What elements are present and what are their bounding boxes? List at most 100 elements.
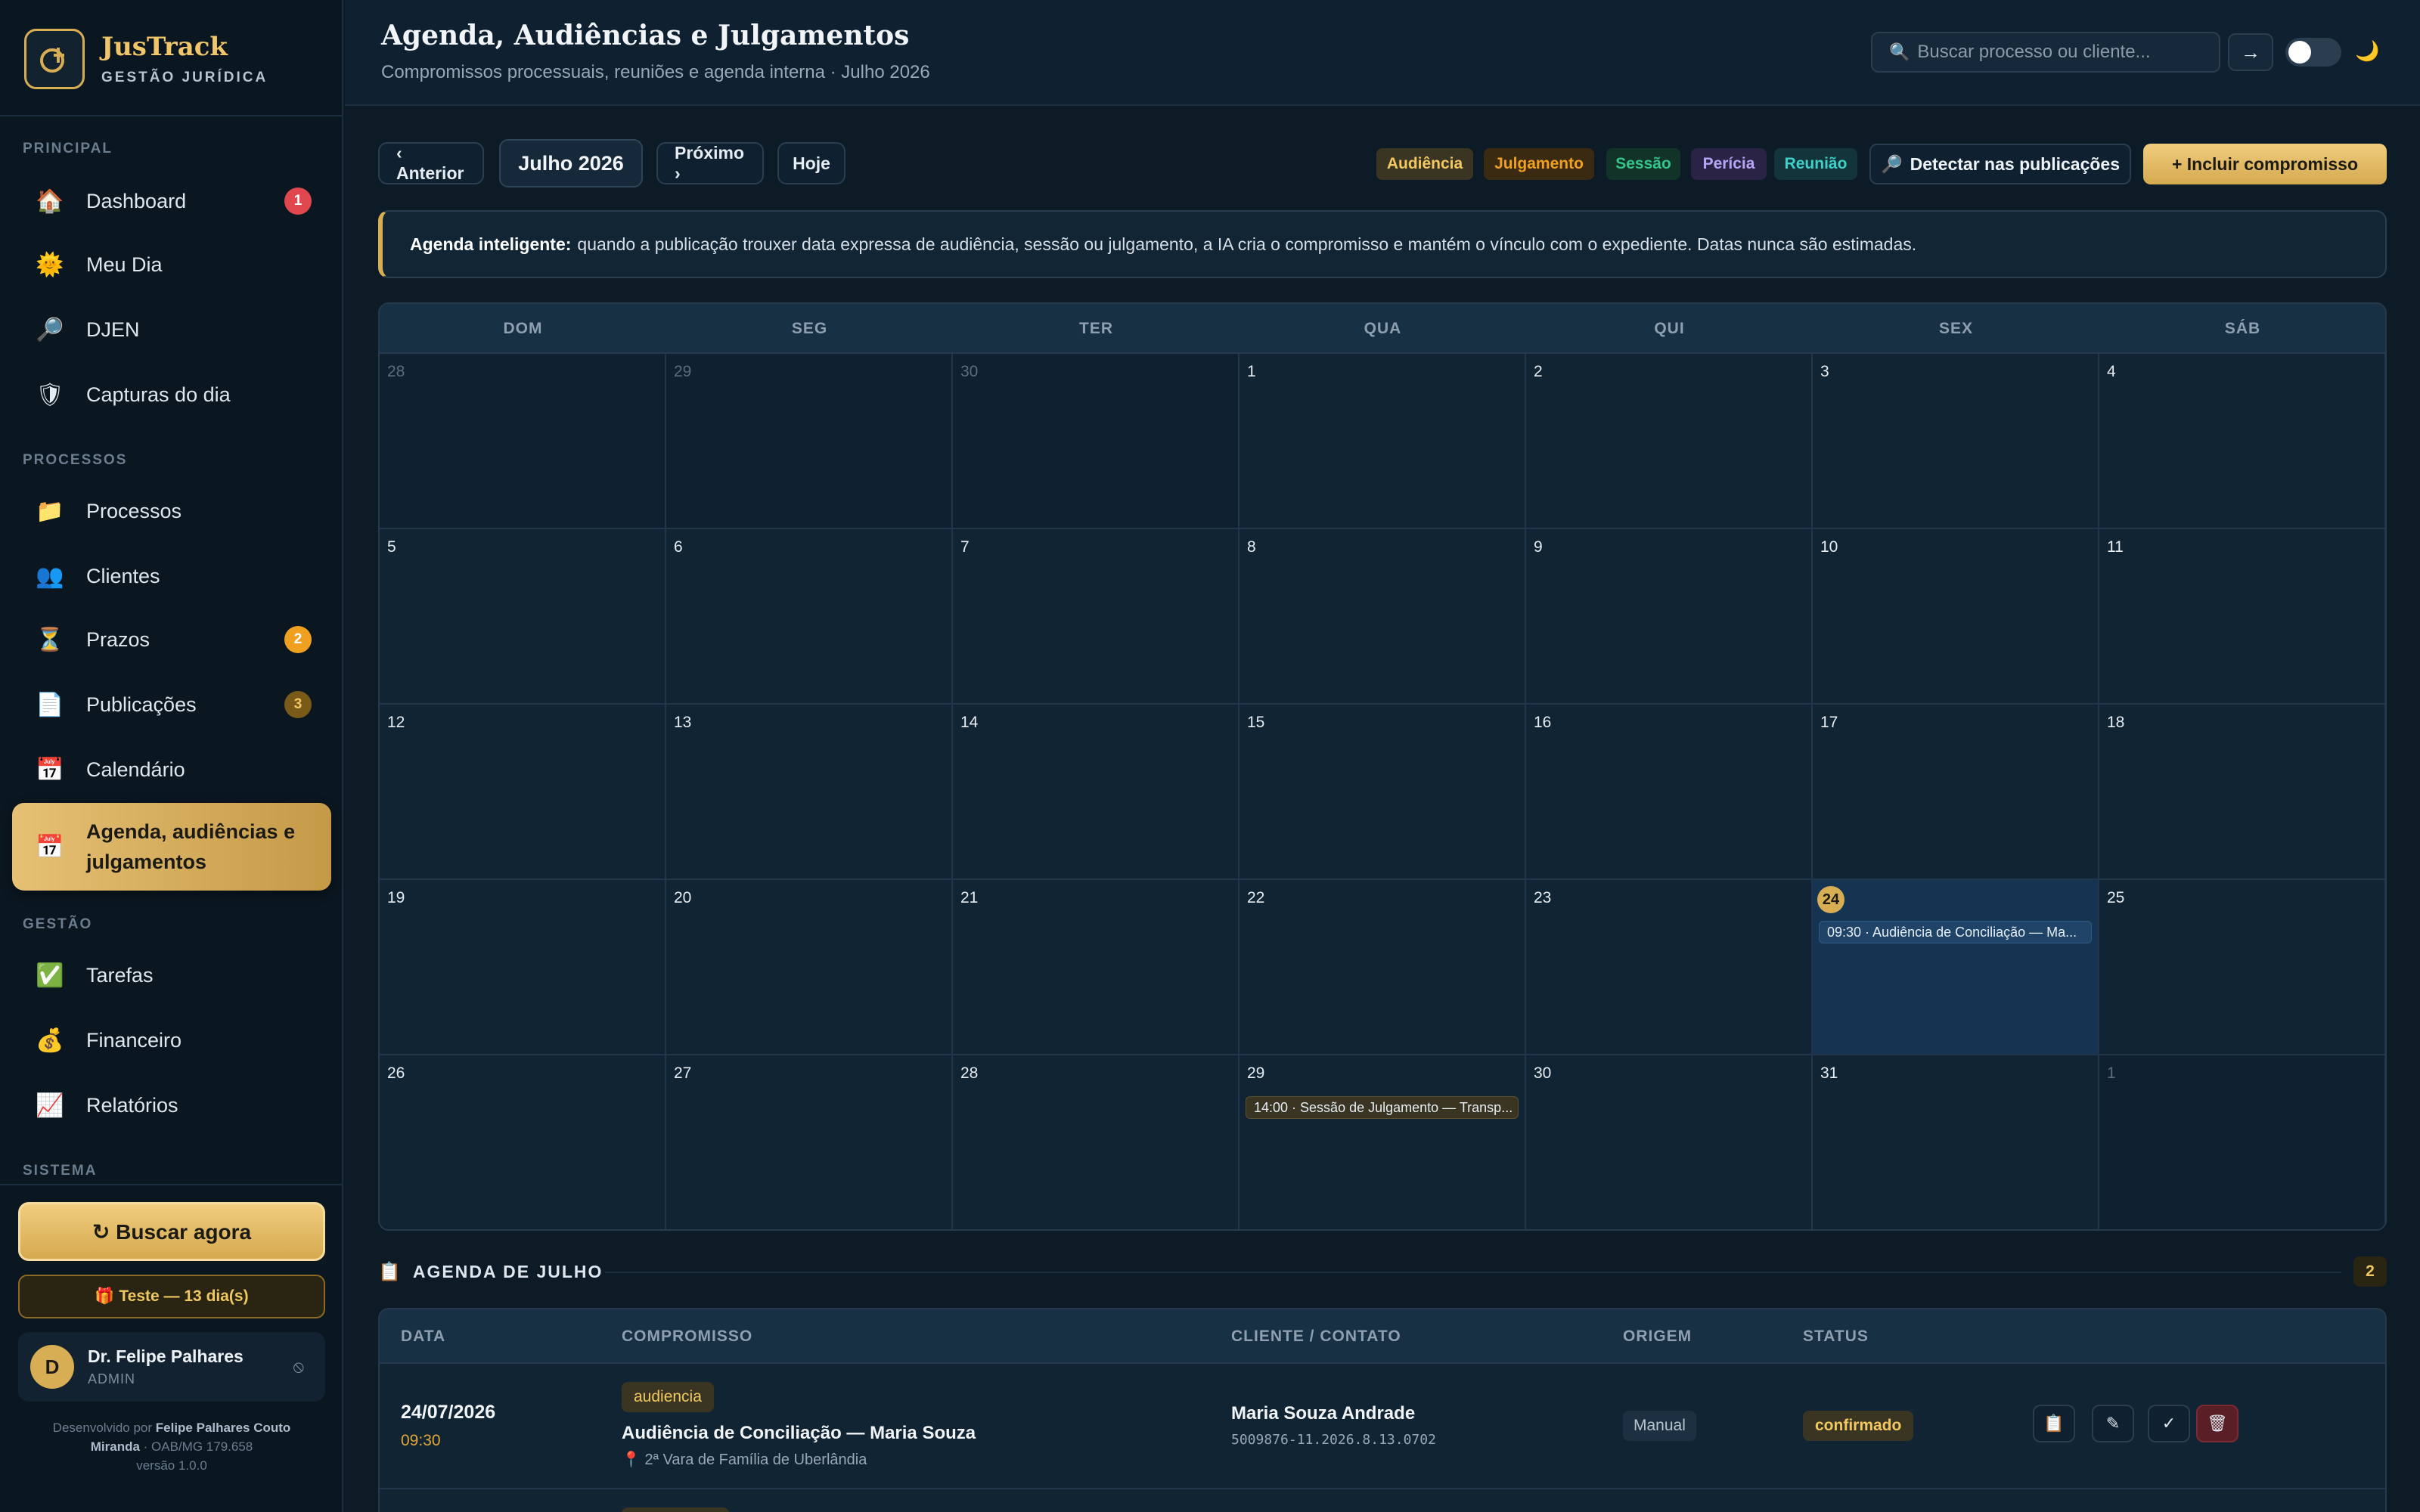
user-card[interactable]: D Dr. Felipe Palhares ADMIN ⦸ (18, 1332, 325, 1402)
search-box[interactable]: 🔍 (1871, 32, 2220, 73)
complete-button[interactable]: ✓ (2148, 1405, 2190, 1442)
calendar-day-cell[interactable]: 28 (380, 354, 666, 529)
detect-publications-button[interactable]: 🔎 Detectar nas publicações (1869, 144, 2131, 184)
column-header-origem[interactable]: ORIGEM (1623, 1309, 1692, 1364)
calendar-day-cell[interactable]: 10 (1813, 529, 2099, 705)
previous-month-button[interactable]: ‹ Anterior (378, 142, 484, 184)
calendar-day-cell[interactable]: 21 (953, 880, 1239, 1055)
app-name: JusTrack (101, 32, 228, 62)
day-number: 12 (387, 714, 405, 731)
sidebar-item-dashboard[interactable]: 🏠 Dashboard 1 (12, 172, 331, 230)
delete-button[interactable]: 🗑 (2196, 1405, 2238, 1442)
calendar-day-cell[interactable]: 14 (953, 705, 1239, 880)
search-submit-button[interactable]: → (2228, 33, 2273, 71)
calendar-day-cell[interactable]: 13 (666, 705, 953, 880)
calendar-event[interactable]: 09:30 · Audiência de Conciliação — Ma... (1819, 921, 2092, 943)
sidebar-item-clientes[interactable]: 👥 Clientes (12, 547, 331, 605)
calendar-day-cell[interactable]: 30 (953, 354, 1239, 529)
sidebar-item-agenda[interactable]: 📅 Agenda, audiências e julgamentos (12, 803, 331, 891)
appointment-title[interactable]: Audiência de Conciliação — Maria Souza (622, 1423, 976, 1444)
legend-reuniao[interactable]: Reunião (1774, 148, 1857, 180)
calendar-day-cell[interactable]: 27 (666, 1055, 953, 1229)
calendar-day-cell[interactable]: 9 (1526, 529, 1813, 705)
trial-badge[interactable]: 🎁 Teste — 13 dia(s) (18, 1275, 325, 1318)
calendar-day-cell[interactable]: 29 14:00 · Sessão de Julgamento — Transp.… (1239, 1055, 1526, 1229)
view-button[interactable]: 📋 (2033, 1405, 2075, 1442)
weekday-label: TER (1079, 320, 1113, 337)
calendar-day-cell[interactable]: 1 (1239, 354, 1526, 529)
column-header-data[interactable]: DATA (401, 1309, 445, 1364)
section-processos: PROCESSOS (23, 452, 128, 468)
calendar-day-cell[interactable]: 23 (1526, 880, 1813, 1055)
add-appointment-button[interactable]: + Incluir compromisso (2143, 144, 2387, 184)
day-number: 31 (1820, 1064, 1838, 1082)
calendar-day-cell[interactable]: 6 (666, 529, 953, 705)
calendar-day-cell[interactable]: 5 (380, 529, 666, 705)
next-month-button[interactable]: Próximo › (656, 142, 764, 184)
sidebar-item-capturas[interactable]: 🛡 Capturas do dia (12, 366, 331, 423)
sidebar-item-publicacoes[interactable]: 📄 Publicações 3 (12, 676, 331, 733)
brand[interactable]: JusTrack GESTÃO JURÍDICA (24, 29, 268, 89)
calendar-day-cell[interactable]: 31 (1813, 1055, 2099, 1229)
calendar-day-cell[interactable]: 30 (1526, 1055, 1813, 1229)
calendar-day-cell[interactable]: 26 (380, 1055, 666, 1229)
calendar-day-cell[interactable]: 29 (666, 354, 953, 529)
sidebar-item-calendario[interactable]: 📅 Calendário (12, 741, 331, 798)
today-button[interactable]: Hoje (777, 142, 845, 184)
status-badge: confirmado (1803, 1411, 1914, 1441)
calendar-day-cell[interactable]: 18 (2099, 705, 2385, 880)
calendar-day-cell[interactable]: 19 (380, 880, 666, 1055)
legend-pericia[interactable]: Perícia (1691, 148, 1767, 180)
calendar-day-cell[interactable]: 3 (1813, 354, 2099, 529)
calendar-day-cell[interactable]: 8 (1239, 529, 1526, 705)
process-number[interactable]: 5009876-11.2026.8.13.0702 (1231, 1432, 1436, 1448)
divider (380, 1488, 2385, 1489)
sidebar-item-prazos[interactable]: ⏳ Prazos 2 (12, 611, 331, 668)
column-header-compromisso[interactable]: COMPROMISSO (622, 1309, 752, 1364)
calendar-day-cell[interactable]: 15 (1239, 705, 1526, 880)
sidebar-item-relatorios[interactable]: 📈 Relatórios (12, 1077, 331, 1134)
buscar-agora-button[interactable]: ↻ Buscar agora (18, 1202, 325, 1261)
user-role: ADMIN (88, 1371, 135, 1387)
divider (605, 1272, 2341, 1273)
logout-icon[interactable]: ⦸ (293, 1357, 304, 1377)
calendar-day-cell[interactable]: 17 (1813, 705, 2099, 880)
column-header-status[interactable]: STATUS (1803, 1309, 1869, 1364)
sidebar-item-djen[interactable]: 🔎 DJEN (12, 301, 331, 358)
sidebar-item-financeiro[interactable]: 💰 Financeiro (12, 1012, 331, 1069)
calendar-day-cell[interactable]: 12 (380, 705, 666, 880)
calendar-day-cell[interactable]: 28 (953, 1055, 1239, 1229)
legend-audiencia[interactable]: Audiência (1376, 148, 1473, 180)
column-header-cliente[interactable]: CLIENTE / CONTATO (1231, 1309, 1401, 1364)
pencil-icon: ✎ (2105, 1414, 2121, 1433)
calendar-day-cell[interactable]: 7 (953, 529, 1239, 705)
calendar-day-cell[interactable]: 11 (2099, 529, 2385, 705)
calendar-day-cell[interactable]: 16 (1526, 705, 1813, 880)
calendar-day-cell[interactable]: 24 09:30 · Audiência de Conciliação — Ma.… (1813, 880, 2099, 1055)
sidebar-item-meu-dia[interactable]: 🌞 Meu Dia (12, 236, 331, 293)
calendar-day-cell[interactable]: 20 (666, 880, 953, 1055)
calendar-day-cell[interactable]: 25 (2099, 880, 2385, 1055)
legend-julgamento[interactable]: Julgamento (1484, 148, 1594, 180)
magnifier-icon: 🔎 (36, 317, 64, 342)
weekday-label: QUI (1654, 320, 1685, 337)
search-input[interactable] (1917, 42, 2205, 63)
calendar-day-cell[interactable]: 1 (2099, 1055, 2385, 1229)
agenda-table: DATA COMPROMISSO CLIENTE / CONTATO ORIGE… (378, 1308, 2387, 1512)
sidebar-item-processos[interactable]: 📁 Processos (12, 482, 331, 540)
sidebar-item-tarefas[interactable]: ✅ Tarefas (12, 947, 331, 1004)
check-icon: ✓ (2161, 1414, 2176, 1433)
calendar-day-cell[interactable]: 4 (2099, 354, 2385, 529)
day-number: 9 (1534, 538, 1543, 556)
edit-button[interactable]: ✎ (2092, 1405, 2134, 1442)
day-number: 13 (674, 714, 692, 731)
calendar-event[interactable]: 14:00 · Sessão de Julgamento — Transp... (1246, 1096, 1519, 1119)
client-name[interactable]: Maria Souza Andrade (1231, 1403, 1415, 1424)
theme-toggle[interactable] (2285, 38, 2341, 67)
day-number: 1 (1247, 363, 1256, 380)
calendar-day-cell[interactable]: 22 (1239, 880, 1526, 1055)
calendar-day-cell[interactable]: 2 (1526, 354, 1813, 529)
legend-sessao[interactable]: Sessão (1606, 148, 1680, 180)
sidebar-item-label: DJEN (86, 318, 140, 341)
day-number: 19 (387, 889, 405, 906)
